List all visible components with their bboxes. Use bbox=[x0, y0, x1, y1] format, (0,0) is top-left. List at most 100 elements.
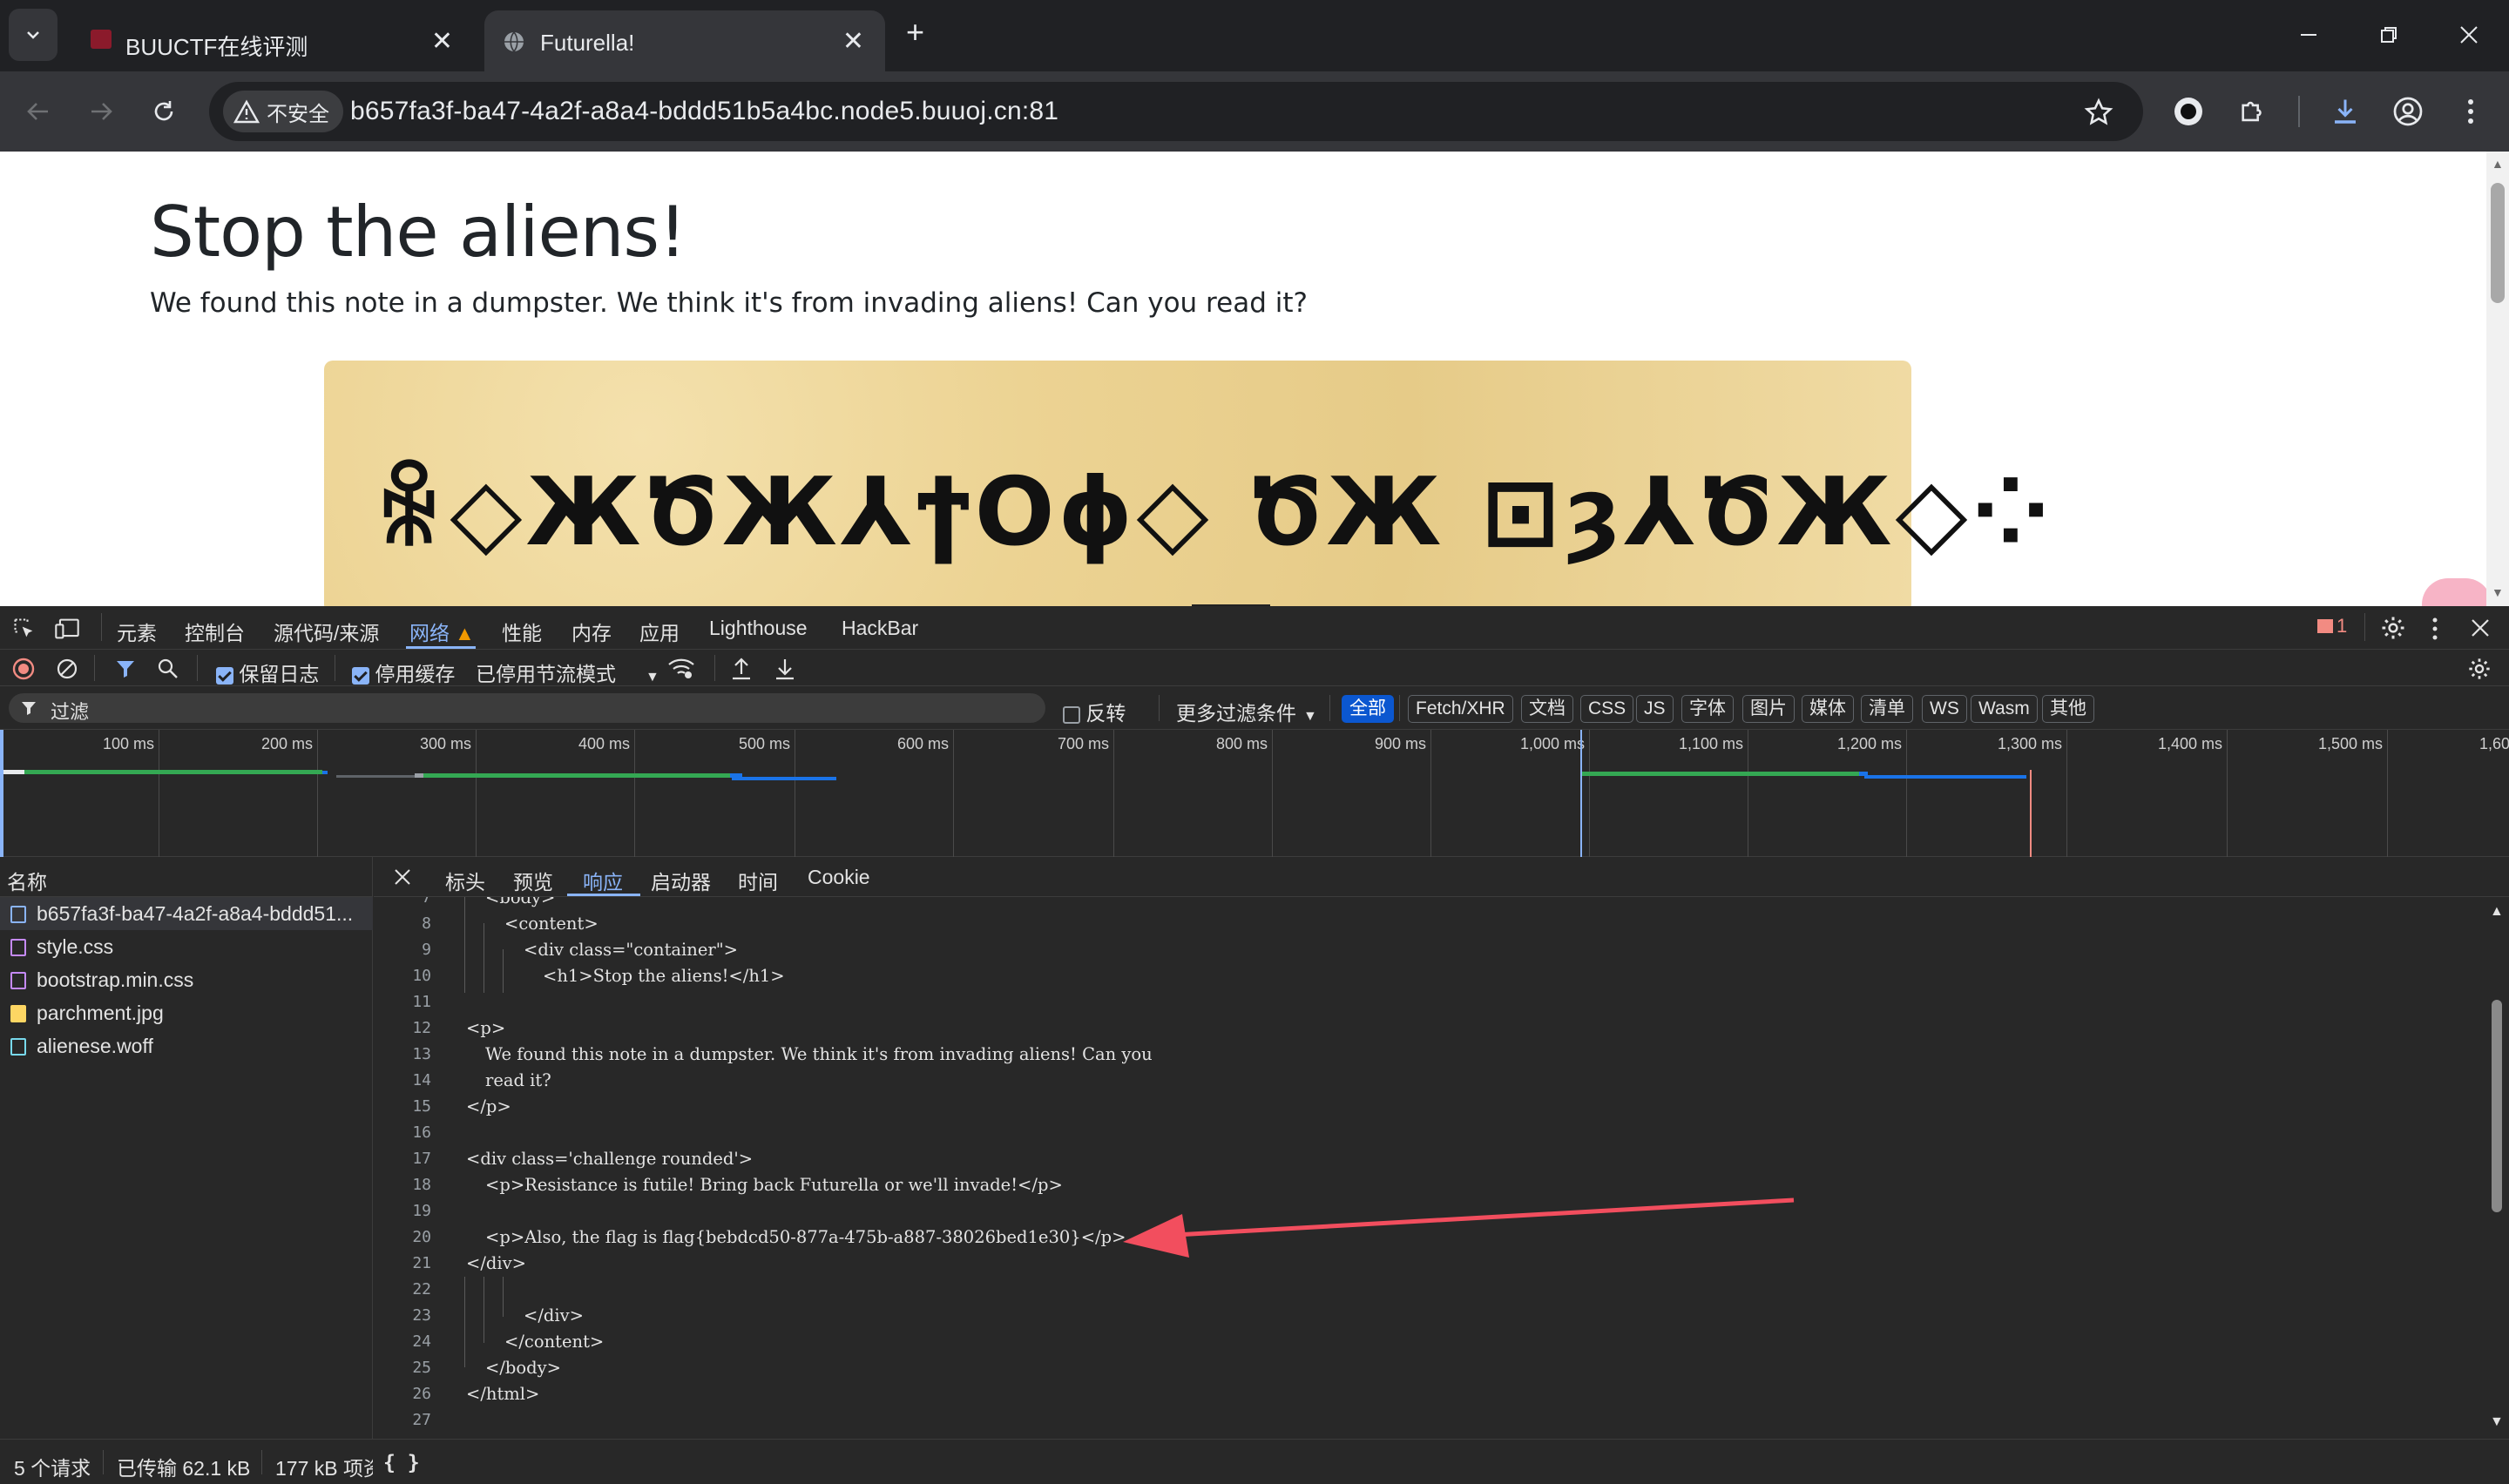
scroll-up-icon[interactable]: ▲ bbox=[2490, 904, 2504, 920]
page-scrollbar[interactable]: ▲ ▼ bbox=[2486, 152, 2509, 606]
upload-icon[interactable] bbox=[730, 657, 753, 681]
close-devtools-icon[interactable] bbox=[2471, 618, 2490, 637]
line-number: 27 bbox=[412, 1411, 431, 1429]
throttling-select[interactable]: 已停用节流模式 ▼ bbox=[476, 658, 659, 687]
settings-gear-icon[interactable] bbox=[2380, 615, 2406, 641]
devtools-panel: 元素 控制台 源代码/来源 网络 ▲ 性能 内存 应用 Lighthouse Ha… bbox=[0, 606, 2509, 1484]
type-filter-other[interactable]: 其他 bbox=[2042, 695, 2094, 723]
bookmark-star-icon[interactable] bbox=[2084, 98, 2113, 127]
request-row[interactable]: alienese.woff bbox=[0, 1029, 373, 1062]
tab-initiator[interactable]: 启动器 bbox=[651, 866, 711, 895]
scroll-down-icon[interactable]: ▼ bbox=[2492, 585, 2504, 599]
tab-buuctf[interactable]: BUUCTF在线评测 ✕ bbox=[73, 10, 474, 71]
downloads-button[interactable] bbox=[2324, 91, 2366, 132]
device-toolbar-icon[interactable] bbox=[54, 617, 80, 641]
name-column-header[interactable]: 名称 bbox=[7, 866, 47, 895]
request-row[interactable]: style.css bbox=[0, 930, 373, 963]
type-filter-ws[interactable]: WS bbox=[1922, 695, 1967, 723]
type-filter-manifest[interactable]: 清单 bbox=[1861, 695, 1913, 723]
type-filter-fetch-xhr[interactable]: Fetch/XHR bbox=[1408, 695, 1513, 723]
pretty-print-button[interactable]: { } bbox=[383, 1452, 420, 1474]
tab-console[interactable]: 控制台 bbox=[185, 617, 245, 646]
forward-button[interactable] bbox=[80, 91, 122, 132]
tab-headers[interactable]: 标头 bbox=[445, 866, 485, 895]
tab-search-button[interactable] bbox=[9, 9, 57, 61]
new-tab-button[interactable]: + bbox=[906, 14, 924, 51]
tab-performance[interactable]: 性能 bbox=[502, 617, 542, 646]
record-stop-icon[interactable] bbox=[12, 658, 35, 680]
type-filter-css[interactable]: CSS bbox=[1580, 695, 1634, 723]
kebab-menu-icon[interactable] bbox=[2431, 617, 2439, 641]
minimize-button[interactable] bbox=[2282, 12, 2335, 57]
network-overview-timeline[interactable]: 100 ms 200 ms 300 ms 400 ms 500 ms 600 m… bbox=[0, 730, 2509, 857]
request-row[interactable]: b657fa3f-ba47-4a2f-a8a4-bddd51... bbox=[0, 897, 373, 930]
search-icon[interactable] bbox=[157, 658, 179, 680]
tab-response[interactable]: 响应 bbox=[583, 866, 623, 895]
tab-sources[interactable]: 源代码/来源 bbox=[274, 617, 379, 646]
tab-network[interactable]: 网络 ▲ bbox=[409, 617, 475, 646]
disable-cache-checkbox[interactable]: 停用缓存 bbox=[352, 658, 455, 687]
close-window-button[interactable] bbox=[2443, 12, 2495, 57]
download-icon[interactable] bbox=[774, 657, 796, 681]
close-tab-icon[interactable]: ✕ bbox=[431, 26, 453, 57]
page-scroll-thumb[interactable] bbox=[2491, 183, 2505, 303]
ime-floating-badge[interactable] bbox=[2422, 578, 2492, 606]
tab-cookies[interactable]: Cookie bbox=[808, 866, 870, 889]
close-details-icon[interactable] bbox=[395, 869, 410, 885]
preserve-log-checkbox[interactable]: 保留日志 bbox=[216, 658, 319, 687]
timeline-cursor[interactable] bbox=[0, 730, 3, 857]
close-tab-icon[interactable]: ✕ bbox=[842, 26, 864, 57]
scroll-up-icon[interactable]: ▲ bbox=[2492, 157, 2504, 171]
request-row[interactable]: parchment.jpg bbox=[0, 996, 373, 1029]
scroll-down-icon[interactable]: ▼ bbox=[2490, 1414, 2504, 1430]
more-filters-dropdown[interactable]: 更多过滤条件 ▼ bbox=[1176, 697, 1317, 726]
response-scroll-thumb[interactable] bbox=[2492, 1000, 2502, 1212]
restore-button[interactable] bbox=[2363, 12, 2415, 57]
back-button[interactable] bbox=[17, 91, 59, 132]
type-filter-img[interactable]: 图片 bbox=[1742, 695, 1795, 723]
inspect-element-icon[interactable] bbox=[12, 617, 37, 641]
dropdown-arrow-icon: ▼ bbox=[646, 670, 659, 685]
network-settings-gear-icon[interactable] bbox=[2467, 657, 2492, 681]
filter-icon bbox=[22, 702, 36, 715]
url-text[interactable]: b657fa3f-ba47-4a2f-a8a4-bddd51b5a4bc.nod… bbox=[350, 97, 1058, 126]
extensions-button[interactable] bbox=[2232, 91, 2274, 132]
response-scrollbar[interactable]: ▲ ▼ bbox=[2483, 857, 2509, 1439]
extension-circle-button[interactable] bbox=[2167, 91, 2209, 132]
tab-memory[interactable]: 内存 bbox=[571, 617, 612, 646]
request-name: parchment.jpg bbox=[37, 1002, 164, 1024]
tick-label: 1,500 ms bbox=[2317, 735, 2383, 752]
type-filter-wasm[interactable]: Wasm bbox=[1971, 695, 2038, 723]
tab-lighthouse[interactable]: Lighthouse bbox=[709, 617, 808, 640]
network-status-bar: 5 个请求 已传输 62.1 kB 177 kB 项资 { } bbox=[0, 1439, 2509, 1484]
code-line: 23 </div> bbox=[374, 1303, 2465, 1329]
type-filter-js[interactable]: JS bbox=[1636, 695, 1674, 723]
load-event-marker bbox=[2030, 770, 2032, 857]
profile-button[interactable] bbox=[2387, 91, 2429, 132]
tab-elements[interactable]: 元素 bbox=[117, 617, 157, 646]
type-filter-media[interactable]: 媒体 bbox=[1802, 695, 1854, 723]
tick-label: 1,400 ms bbox=[2157, 735, 2222, 752]
type-filter-font[interactable]: 字体 bbox=[1681, 695, 1734, 723]
tab-hackbar[interactable]: HackBar bbox=[842, 617, 918, 640]
tab-timing[interactable]: 时间 bbox=[738, 866, 778, 895]
security-indicator[interactable]: 不安全 bbox=[223, 91, 343, 132]
address-bar[interactable]: 不安全 b657fa3f-ba47-4a2f-a8a4-bddd51b5a4bc… bbox=[209, 82, 2143, 141]
browser-menu-button[interactable] bbox=[2450, 91, 2492, 132]
line-text: <p> bbox=[466, 1018, 506, 1038]
filter-input[interactable]: 过滤 bbox=[9, 693, 1045, 723]
code-line: 12 <p> bbox=[374, 1015, 2465, 1042]
tab-futurella[interactable]: Futurella! ✕ bbox=[484, 10, 885, 71]
tab-application[interactable]: 应用 bbox=[639, 617, 680, 646]
filter-funnel-icon[interactable] bbox=[115, 658, 136, 679]
request-row[interactable]: bootstrap.min.css bbox=[0, 963, 373, 996]
invert-checkbox[interactable]: 反转 bbox=[1063, 697, 1126, 726]
type-filter-all[interactable]: 全部 bbox=[1342, 695, 1394, 723]
reload-button[interactable] bbox=[143, 91, 185, 132]
wifi-settings-icon[interactable] bbox=[667, 658, 695, 680]
tab-preview[interactable]: 预览 bbox=[513, 866, 553, 895]
clear-icon[interactable] bbox=[56, 658, 78, 680]
issues-counter[interactable]: 1 bbox=[2317, 615, 2347, 637]
type-filter-doc[interactable]: 文档 bbox=[1521, 695, 1573, 723]
response-source-viewer[interactable]: 7 <body> 8 <content> 9 <div class="containe… bbox=[374, 897, 2482, 1439]
